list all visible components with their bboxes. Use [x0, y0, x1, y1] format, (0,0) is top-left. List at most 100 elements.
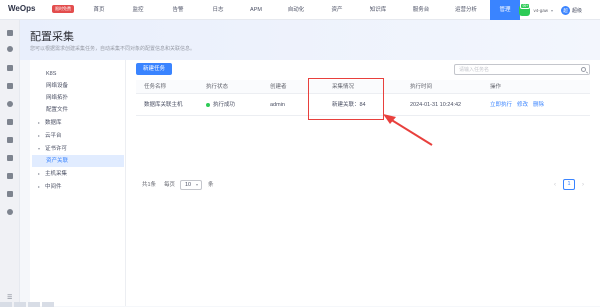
edit-link[interactable]: 修改	[517, 102, 528, 108]
tree-item-k8s[interactable]: K8S	[32, 68, 124, 80]
page-size-select[interactable]: 10 ▾	[180, 180, 202, 190]
document-icon[interactable]	[7, 137, 13, 143]
chevron-right-icon[interactable]: ▸	[38, 181, 40, 193]
tree-item-label: K8S	[46, 71, 57, 77]
mail-icon[interactable]	[7, 119, 13, 125]
page-description: 您可以根据需求创建采集任务，自动采集不同对象的配置信息和关联信息。	[30, 46, 196, 52]
page-size-value: 10	[185, 182, 192, 188]
box-icon[interactable]	[7, 173, 13, 179]
status-cell: 执行成功	[206, 94, 235, 116]
tree-item-label: 资产关联	[46, 158, 69, 164]
info-icon[interactable]	[7, 101, 13, 107]
search-icon[interactable]	[581, 67, 586, 72]
lock-icon[interactable]	[7, 65, 13, 71]
tree-item-certificate[interactable]: ▾ 证书许可	[32, 143, 124, 155]
chevron-down-icon[interactable]: ▾	[551, 8, 553, 13]
annotation-arrow-icon	[383, 114, 433, 146]
column-header-collect: 采集情况	[332, 84, 355, 90]
column-header-creator: 创建者	[270, 84, 287, 90]
page-size-unit: 条	[208, 182, 214, 188]
table-row: 数据库关联主机 执行成功 admin 新建关联：84 2024-01-31 10…	[136, 94, 590, 116]
org-name[interactable]: v4-gaw	[533, 8, 548, 13]
nav-home[interactable]: 首页	[80, 0, 118, 20]
free-badge: 限时免费	[52, 5, 74, 13]
taskbar-tab[interactable]	[42, 302, 54, 307]
user-icon[interactable]	[7, 46, 13, 52]
nav-alarm[interactable]: 告警	[158, 0, 198, 20]
chevron-right-icon[interactable]: ▸	[38, 117, 40, 129]
taskbar-tab[interactable]	[0, 302, 12, 307]
page-number-current[interactable]: 1	[563, 179, 575, 190]
column-header-name: 任务名称	[144, 84, 167, 90]
tree-item-asset-relation[interactable]: 资产关联	[32, 155, 124, 167]
tree-item-config-file[interactable]: 配置文件	[32, 104, 124, 116]
user-area: 99+ v4-gaw ▾ 超 超级	[519, 0, 600, 20]
tree-item-label: 网络拓扑	[46, 95, 69, 101]
gear-icon[interactable]	[7, 209, 13, 215]
apps-count-badge: 99+	[520, 2, 531, 9]
tree-item-label: 主机采集	[45, 171, 68, 177]
delete-link[interactable]: 删除	[533, 102, 544, 108]
nav-log[interactable]: 日志	[198, 0, 238, 20]
chevron-right-icon[interactable]: ▸	[38, 130, 40, 142]
collapse-icon[interactable]: ☰	[7, 295, 15, 301]
search-input[interactable]	[459, 66, 575, 74]
taskbar-strip	[0, 302, 120, 307]
chevron-down-icon: ▾	[195, 182, 198, 187]
table-header: 任务名称 执行状态 创建者 采集情况 执行时间 操作	[136, 80, 590, 94]
apps-icon[interactable]: 99+	[519, 2, 531, 16]
org-icon[interactable]	[7, 30, 13, 36]
main-nav: 首页 监控 告警 日志 APM 自动化 资产 知识库 服务台 运营分析 管理	[80, 0, 520, 20]
creator-cell: admin	[270, 102, 285, 108]
nav-admin[interactable]: 管理	[490, 0, 520, 20]
avatar[interactable]: 超	[560, 5, 570, 15]
taskbar-tab[interactable]	[14, 302, 26, 307]
tree-item-label: 数据库	[45, 120, 62, 126]
side-icon-rail: ☰	[0, 20, 20, 307]
page-header: 配置采集 您可以根据需求创建采集任务，自动采集不同对象的配置信息和关联信息。	[20, 20, 600, 60]
nav-apm[interactable]: APM	[238, 0, 274, 20]
search-box[interactable]	[454, 64, 590, 75]
tree-item-label: 证书许可	[45, 146, 68, 152]
next-page-icon[interactable]: ›	[582, 180, 584, 190]
collect-cell: 新建关联：84	[332, 102, 366, 108]
tree-item-label: 中间件	[45, 184, 62, 190]
page-size-label: 每页	[164, 182, 176, 188]
new-task-button[interactable]: 新建任务	[136, 63, 172, 75]
grid-icon[interactable]	[7, 83, 13, 89]
tree-item-network-device[interactable]: 网络设备	[32, 80, 124, 92]
column-header-time: 执行时间	[410, 84, 433, 90]
run-now-link[interactable]: 立即执行	[490, 102, 512, 108]
tree-item-database[interactable]: ▸ 数据库	[32, 117, 124, 129]
tree-item-host[interactable]: ▸ 主机采集	[32, 168, 124, 180]
prev-page-icon[interactable]: ‹	[554, 180, 556, 190]
chevron-right-icon[interactable]: ▸	[38, 168, 40, 180]
monitor-icon[interactable]	[7, 191, 13, 197]
chevron-down-icon[interactable]: ▾	[38, 143, 40, 155]
page-title: 配置采集	[30, 31, 74, 43]
tree-item-label: 网络设备	[46, 83, 69, 89]
nav-assets[interactable]: 资产	[318, 0, 356, 20]
tree-item-cloud[interactable]: ▸ 云平台	[32, 130, 124, 142]
config-icon[interactable]	[7, 155, 13, 161]
tree-item-label: 云平台	[45, 133, 62, 139]
status-dot-icon	[206, 102, 210, 107]
nav-knowledge[interactable]: 知识库	[356, 0, 400, 20]
tree-item-middleware[interactable]: ▸ 中间件	[32, 181, 124, 193]
column-header-status: 执行状态	[206, 84, 229, 90]
status-text: 执行成功	[213, 102, 236, 108]
nav-service-desk[interactable]: 服务台	[400, 0, 442, 20]
nav-monitor[interactable]: 监控	[118, 0, 158, 20]
app-logo[interactable]: WeOps	[8, 4, 35, 13]
pagination-total: 共1条	[142, 182, 157, 188]
tree-item-label: 配置文件	[46, 107, 69, 113]
actions-cell: 立即执行 修改 删除	[490, 94, 549, 116]
category-tree: K8S 网络设备 网络拓扑 配置文件 ▸ 数据库 ▸ 云平台 ▾ 证书许可 资产关联 …	[30, 60, 126, 306]
nav-analytics[interactable]: 运营分析	[442, 0, 490, 20]
column-header-actions: 操作	[490, 84, 502, 90]
username[interactable]: 超级	[572, 7, 582, 14]
taskbar-tab[interactable]	[28, 302, 40, 307]
tree-item-network-topology[interactable]: 网络拓扑	[32, 92, 124, 104]
top-navbar: WeOps 限时免费 首页 监控 告警 日志 APM 自动化 资产 知识库 服务…	[0, 0, 600, 20]
nav-automation[interactable]: 自动化	[274, 0, 318, 20]
